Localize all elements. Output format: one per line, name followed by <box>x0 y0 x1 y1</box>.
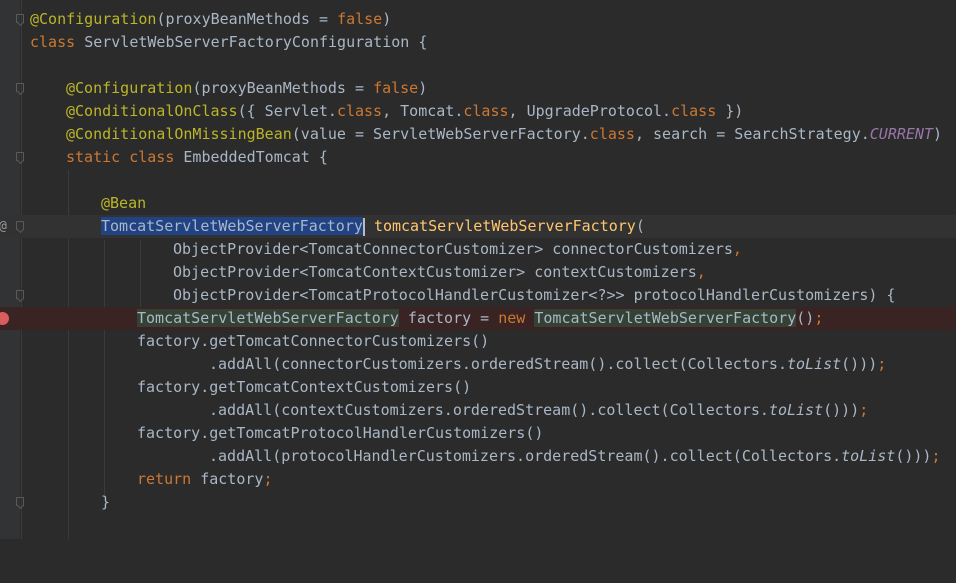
code-line[interactable]: @ConditionalOnClass({ Servlet.class, Tom… <box>0 100 956 123</box>
code-line[interactable]: @Configuration(proxyBeanMethods = false) <box>0 8 956 31</box>
code-text: factory <box>200 470 264 488</box>
annotation: @ConditionalOnMissingBean <box>66 125 292 143</box>
fold-icon[interactable] <box>16 221 24 230</box>
keyword: class <box>30 33 85 51</box>
punctuation: ; <box>877 355 887 373</box>
code-line[interactable]: } <box>0 491 956 514</box>
fold-icon[interactable] <box>16 14 24 23</box>
keyword: class <box>336 102 383 120</box>
code-line-current[interactable]: @ TomcatServletWebServerFactory tomcatSe… <box>0 215 956 238</box>
keyword: static class <box>66 148 184 166</box>
code-text: ( <box>635 217 645 235</box>
code-line[interactable]: class ServletWebServerFactoryConfigurati… <box>0 31 956 54</box>
code-text: , UpgradeProtocol. <box>508 102 672 120</box>
punctuation: ; <box>859 401 869 419</box>
keyword: false <box>337 10 383 28</box>
code-editor[interactable]: @Configuration(proxyBeanMethods = false)… <box>0 0 956 539</box>
keyword: return <box>137 470 201 488</box>
static-method: toList <box>768 401 824 419</box>
keyword: false <box>373 79 419 97</box>
code-text: ObjectProvider<TomcatConnectorCustomizer… <box>173 240 733 258</box>
code-text: factory.getTomcatContextCustomizers() <box>137 378 472 396</box>
fold-icon[interactable] <box>16 497 24 506</box>
punctuation: ; <box>931 447 941 465</box>
code-text: factory = <box>398 309 499 327</box>
keyword: class <box>671 102 717 120</box>
code-text: ({ Servlet. <box>237 102 337 120</box>
breakpoint-icon[interactable] <box>0 312 9 325</box>
method-name: tomcatServletWebServerFactory <box>373 217 636 235</box>
code-text: factory.getTomcatConnectorCustomizers() <box>137 332 490 350</box>
fold-icon[interactable] <box>16 83 24 92</box>
code-line[interactable]: @Bean <box>0 192 956 215</box>
code-text: } <box>101 493 111 511</box>
selected-text[interactable]: TomcatServletWebServerFactory <box>101 217 363 235</box>
code-line[interactable]: @ConditionalOnMissingBean(value = Servle… <box>0 123 956 146</box>
code-text: ServletWebServerFactoryConfiguration { <box>84 33 428 51</box>
code-line[interactable]: ObjectProvider<TomcatConnectorCustomizer… <box>0 238 956 261</box>
code-text: ())) <box>895 447 932 465</box>
fold-icon[interactable] <box>16 152 24 161</box>
keyword: class <box>463 102 509 120</box>
code-text: , Tomcat. <box>382 102 464 120</box>
code-text: , search = SearchStrategy. <box>634 125 870 143</box>
static-method: toList <box>841 447 896 465</box>
code-line[interactable]: .addAll(protocolHandlerCustomizers.order… <box>0 445 956 468</box>
code-line[interactable]: @Configuration(proxyBeanMethods = false) <box>0 77 956 100</box>
code-text: (value = ServletWebServerFactory. <box>291 125 590 143</box>
code-text: .addAll(contextCustomizers.orderedStream… <box>209 401 769 419</box>
keyword: new <box>498 309 535 327</box>
keyword: class <box>589 125 635 143</box>
punctuation: , <box>732 240 742 258</box>
annotation: @Configuration <box>30 10 157 28</box>
punctuation: , <box>696 263 706 281</box>
code-text: ) <box>382 10 392 28</box>
code-text: (proxyBeanMethods = <box>192 79 374 97</box>
code-text: ())) <box>823 401 860 419</box>
code-line[interactable]: factory.getTomcatConnectorCustomizers() <box>0 330 956 353</box>
highlighted-usage: TomcatServletWebServerFactory <box>137 309 399 327</box>
code-line[interactable]: return factory; <box>0 468 956 491</box>
punctuation: ; <box>263 470 273 488</box>
code-line[interactable]: .addAll(contextCustomizers.orderedStream… <box>0 399 956 422</box>
code-text: EmbeddedTomcat { <box>183 148 328 166</box>
code-text: .addAll(connectorCustomizers.orderedStre… <box>209 355 787 373</box>
highlighted-usage: TomcatServletWebServerFactory <box>534 309 797 327</box>
annotation: @Configuration <box>66 79 193 97</box>
code-text: }) <box>716 102 744 120</box>
code-text: ) <box>932 125 943 143</box>
annotation: @ConditionalOnClass <box>66 102 238 120</box>
code-text: factory.getTomcatProtocolHandlerCustomiz… <box>137 424 544 442</box>
code-line[interactable]: ObjectProvider<TomcatContextCustomizer> … <box>0 261 956 284</box>
code-text: (proxyBeanMethods = <box>156 10 338 28</box>
annotation: @Bean <box>101 194 147 212</box>
code-line[interactable]: factory.getTomcatProtocolHandlerCustomiz… <box>0 422 956 445</box>
override-icon[interactable]: @ <box>0 215 7 238</box>
code-text: .addAll(protocolHandlerCustomizers.order… <box>209 447 842 465</box>
code-line[interactable]: ObjectProvider<TomcatProtocolHandlerCust… <box>0 284 956 307</box>
code-line[interactable]: static class EmbeddedTomcat { <box>0 146 956 169</box>
fold-icon[interactable] <box>16 290 24 299</box>
code-line[interactable]: factory.getTomcatContextCustomizers() <box>0 376 956 399</box>
punctuation: ; <box>814 309 824 327</box>
code-text: ) <box>418 79 428 97</box>
code-text: ObjectProvider<TomcatProtocolHandlerCust… <box>173 286 896 304</box>
constant: CURRENT <box>869 125 933 143</box>
code-text: ObjectProvider<TomcatContextCustomizer> … <box>173 263 697 281</box>
code-line[interactable]: .addAll(connectorCustomizers.orderedStre… <box>0 353 956 376</box>
code-text: ())) <box>841 355 878 373</box>
code-text: () <box>796 309 815 327</box>
code-line-breakpoint[interactable]: TomcatServletWebServerFactory factory = … <box>0 307 956 330</box>
static-method: toList <box>786 355 842 373</box>
